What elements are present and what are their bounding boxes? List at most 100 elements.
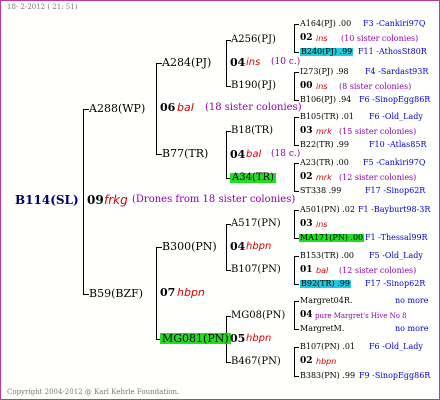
a34-year: 02 — [300, 172, 313, 182]
connector-line — [294, 145, 299, 146]
a284-breeder: ins — [246, 57, 261, 68]
b18-breeder: mrk — [316, 127, 332, 136]
b18-note: (15 sister colonies) — [339, 127, 417, 136]
connector-line — [156, 247, 157, 339]
node-b59[interactable]: B59(BZF) — [89, 288, 143, 299]
mg081-year: 05 — [230, 332, 246, 345]
connector-line — [294, 284, 299, 285]
node-a288[interactable]: A288(WP) — [89, 103, 145, 114]
ma171-queen-line: F1 -Thessal99R — [365, 233, 428, 242]
b59-year: 07 — [160, 286, 176, 299]
a288-breeder: bal — [177, 101, 194, 114]
node-a517[interactable]: A517(PN) — [231, 219, 281, 229]
a23-node[interactable]: A23(TR) .00 — [300, 159, 349, 167]
connector-line — [294, 72, 299, 73]
b300-breeder: hbpn — [246, 241, 272, 252]
b77-year: 04 — [230, 148, 246, 161]
mg08-year: 04 — [300, 310, 313, 320]
connector-line — [294, 117, 295, 145]
a284-note: (10 c.) — [271, 57, 301, 67]
a501-queen-line: F1 -Bayburt98-3R — [358, 205, 431, 214]
b190-note: (8 sister colonies) — [339, 82, 412, 91]
connector-line — [294, 52, 299, 53]
a34-note: (12 sister colonies) — [339, 173, 417, 182]
margretm-status: no more — [395, 324, 429, 333]
connector-line — [294, 376, 299, 377]
b107pn-node[interactable]: B107(PN) .01 — [300, 343, 355, 351]
connector-line — [294, 301, 295, 329]
margretm-node[interactable]: MargretM. — [300, 325, 344, 333]
b22-queen-line: F10 -Atlas85R — [369, 140, 427, 149]
connector-line — [294, 24, 299, 25]
connector-line — [294, 117, 299, 118]
mg081-breeder: hbpn — [246, 333, 272, 344]
b105-node[interactable]: B105(TR) .01 — [300, 113, 354, 121]
connector-line — [156, 63, 157, 154]
connector-line — [294, 256, 295, 284]
connector-line — [294, 347, 299, 348]
b22-node[interactable]: B22(TR) .99 — [300, 141, 349, 149]
node-b18[interactable]: B18(TR) — [231, 126, 273, 136]
node-a34[interactable]: A34(TR) — [230, 173, 276, 183]
b92-queen-line: F17 -Sinop62R — [365, 279, 426, 288]
b77-breeder: bal — [246, 149, 262, 160]
date-stamp: 18- 2-2012 ( 21: 51) — [7, 3, 78, 11]
gen1-breeder: frkg — [104, 193, 128, 207]
b300-year: 04 — [230, 240, 246, 253]
b106-node[interactable]: B106(PJ) .94 — [300, 96, 351, 104]
connector-line — [294, 72, 295, 100]
margret04r-status: no more — [395, 296, 429, 305]
node-mg081[interactable]: MG081(PN) — [160, 333, 231, 344]
b107-note: (12 sister colonies) — [339, 266, 417, 275]
connector-line — [294, 163, 299, 164]
node-b77[interactable]: B77(TR) — [162, 148, 208, 159]
gen1-year: 09 — [87, 193, 104, 207]
b59-breeder: hbpn — [177, 286, 205, 299]
connector-line — [294, 24, 295, 52]
st338-node[interactable]: ST338 .99 — [300, 187, 341, 195]
a288-note: (18 sister colonies) — [205, 102, 302, 113]
margret04r-node[interactable]: Margret04R. — [300, 297, 352, 305]
pedigree-chart: 18- 2-2012 ( 21: 51) Copyright 2004-2012… — [0, 0, 440, 400]
root-node[interactable]: B114(SL) — [15, 194, 79, 206]
b107-year: 01 — [300, 265, 313, 275]
b467-year: 02 — [300, 356, 313, 366]
node-b467[interactable]: B467(PN) — [231, 357, 281, 367]
b190-year: 00 — [300, 81, 313, 91]
connector-line — [294, 256, 299, 257]
ma171-node[interactable]: MA171(PN) .00 — [299, 234, 365, 242]
b106-queen-line: F6 -SinopEgg86R — [359, 95, 431, 104]
a34-breeder: mrk — [316, 173, 332, 182]
copyright-footer: Copyright 2004-2012 @ Karl Kehrle Founda… — [7, 388, 180, 396]
b92-node[interactable]: B92(TR) .99 — [300, 280, 351, 288]
node-b190[interactable]: B190(PJ) — [231, 81, 276, 91]
b107pn-queen-line: F6 -Old_Lady — [369, 342, 423, 351]
i273-node[interactable]: I273(PJ) .98 — [300, 68, 349, 76]
i273-queen-line: F4 -Sardast93R — [365, 67, 429, 76]
b153-node[interactable]: B153(TR) .00 — [300, 252, 354, 260]
a23-queen-line: F5 -Cankiri97Q — [363, 158, 426, 167]
connector-line — [294, 210, 299, 211]
connector-line — [294, 301, 299, 302]
b383-queen-line: F9 -SinopEgg86R — [359, 371, 431, 380]
b467-breeder: hbpn — [316, 357, 337, 366]
connector-line — [294, 100, 299, 101]
connector-line — [226, 224, 227, 270]
connector-line — [294, 347, 295, 376]
a517-breeder: ins — [316, 220, 328, 229]
node-a284[interactable]: A284(PJ) — [162, 57, 211, 68]
node-mg08[interactable]: MG08(PN) — [231, 311, 285, 321]
a288-year: 06 — [160, 101, 176, 114]
b383-node[interactable]: B383(PN) .99 — [300, 372, 355, 380]
a164-node[interactable]: A164(PJ) .00 — [300, 20, 351, 28]
node-a256[interactable]: A256(PJ) — [231, 35, 276, 45]
node-b107[interactable]: B107(PN) — [231, 265, 281, 275]
a501-node[interactable]: A501(PN) .02 — [300, 206, 355, 214]
gen1-note: (Drones from 18 sister colonies) — [132, 194, 296, 205]
connector-line — [83, 109, 84, 294]
node-b300[interactable]: B300(PN) — [162, 241, 217, 252]
b240-node[interactable]: B240(PJ) .99 — [300, 48, 354, 56]
connector-line — [294, 163, 295, 191]
st338-queen-line: F17 -Sinop62R — [365, 186, 426, 195]
a164-queen-line: F3 -Cankiri97Q — [363, 19, 426, 28]
